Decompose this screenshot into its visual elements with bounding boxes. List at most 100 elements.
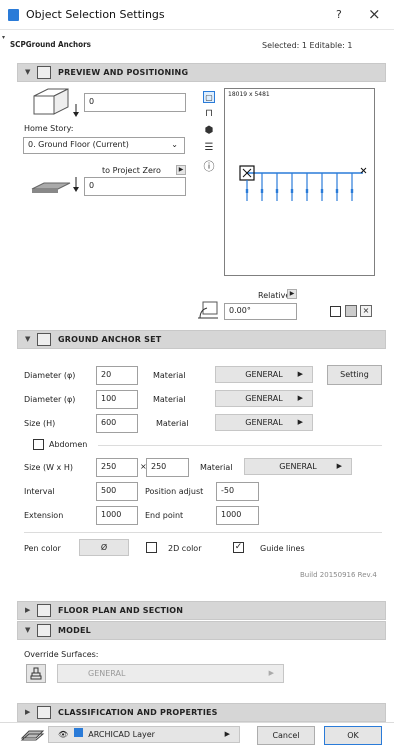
layer-value: ARCHICAD Layer (88, 730, 155, 739)
override-toggle[interactable] (26, 664, 46, 683)
section-classification[interactable]: ▶ CLASSIFICATION AND PROPERTIES (17, 703, 386, 722)
material-label: Material (153, 371, 186, 380)
section-title: CLASSIFICATION AND PROPERTIES (58, 708, 218, 717)
collapse-marker-icon: ▾ (2, 34, 6, 41)
mirror-checkbox[interactable] (330, 306, 341, 317)
view-list-button[interactable]: ☰ (203, 142, 215, 154)
section-title: MODEL (58, 626, 91, 635)
guide-lines-label: Guide lines (260, 544, 305, 553)
project-zero-toggle[interactable]: ▶ (176, 165, 186, 175)
home-story-label: Home Story: (24, 124, 74, 133)
section-preview-positioning[interactable]: ▼ PREVIEW AND POSITIONING (17, 63, 386, 82)
triangle-right-icon: ▶ (297, 418, 303, 426)
project-zero-icon (31, 177, 79, 193)
relative-label: Relative (258, 291, 291, 300)
view-section-button[interactable]: ⊓ (203, 108, 215, 120)
material-value: GENERAL (245, 394, 283, 403)
section-ground-anchor-set[interactable]: ▼ GROUND ANCHOR SET (17, 330, 386, 349)
elevation-box-icon (33, 88, 79, 117)
elevation-input[interactable]: 0 (84, 93, 186, 112)
extension-input[interactable]: 1000 (96, 506, 138, 525)
abdomen-checkbox[interactable] (33, 439, 44, 450)
floor-plan-section-icon (37, 604, 51, 617)
pen-color-label: Pen color (24, 544, 61, 553)
layer-app-icon (73, 728, 83, 737)
surface-value: GENERAL (88, 669, 126, 678)
size-h2-input[interactable]: 250 (146, 458, 189, 477)
layer-icon (20, 730, 45, 741)
material-picker[interactable]: GENERAL ▶ (215, 390, 313, 407)
view-3d-button[interactable]: ⬢ (203, 125, 215, 137)
diameter-label: Diameter (φ) (24, 395, 76, 404)
preview-section-icon (37, 66, 51, 79)
help-button[interactable]: ? (336, 8, 342, 21)
to-project-zero-label: to Project Zero (102, 166, 161, 175)
triangle-right-icon: ▶ (268, 669, 274, 677)
diameter-input[interactable]: 100 (96, 390, 138, 409)
ground-anchor-section-icon (37, 333, 51, 346)
home-story-value: 0. Ground Floor (Current) (28, 140, 129, 149)
abdomen-divider (98, 445, 382, 446)
brush-icon (30, 667, 42, 680)
size-w-input[interactable]: 250 (96, 458, 138, 477)
abdomen-label: Abdomen (49, 440, 88, 449)
window-title: Object Selection Settings (26, 8, 165, 21)
guide-lines-checkbox[interactable]: ✓ (233, 542, 244, 553)
section-model[interactable]: ▼ MODEL (17, 621, 386, 640)
cancel-button[interactable]: Cancel (257, 726, 315, 745)
home-story-select[interactable]: 0. Ground Floor (Current) ⌄ (23, 137, 185, 154)
rotation-icon (198, 301, 218, 319)
color2d-checkbox[interactable] (146, 542, 157, 553)
extension-label: Extension (24, 511, 64, 520)
diameter-label: Diameter (φ) (24, 371, 76, 380)
diameter-input[interactable]: 20 (96, 366, 138, 385)
relative-toggle[interactable]: ▶ (287, 289, 297, 299)
position-adjust-input[interactable]: -50 (216, 482, 259, 501)
end-point-input[interactable]: 1000 (216, 506, 259, 525)
chevron-right-icon: ▶ (25, 708, 31, 716)
layer-picker[interactable]: 👁 ARCHICAD Layer ▶ (48, 726, 240, 743)
eye-icon: 👁 (58, 730, 69, 739)
chevron-down-icon: ▼ (25, 335, 31, 343)
triangle-right-icon: ▶ (336, 462, 342, 470)
close-button[interactable]: × (368, 5, 381, 23)
chevron-down-icon: ▼ (25, 626, 31, 634)
footer-divider (0, 722, 394, 723)
section-title: GROUND ANCHOR SET (58, 335, 162, 344)
mirror-icon[interactable] (345, 305, 357, 317)
flip-icon[interactable]: × (360, 305, 372, 317)
material-label: Material (156, 419, 189, 428)
end-point-label: End point (145, 511, 184, 520)
size-h-label: Size (H) (24, 419, 56, 428)
project-zero-input[interactable]: 0 (84, 177, 186, 196)
chevron-down-icon: ▼ (25, 68, 31, 76)
chevron-right-icon: ▶ (25, 606, 31, 614)
section-title: PREVIEW AND POSITIONING (58, 68, 189, 77)
position-adjust-label: Position adjust (145, 487, 204, 496)
selection-info: Selected: 1 Editable: 1 (262, 41, 353, 50)
material-picker[interactable]: GENERAL ▶ (215, 366, 313, 383)
ok-button[interactable]: OK (324, 726, 382, 745)
divider (24, 532, 382, 533)
setting-button[interactable]: Setting (327, 365, 382, 385)
app-icon (8, 9, 19, 21)
info-icon[interactable]: ⓘ (203, 161, 215, 173)
section-floor-plan[interactable]: ▶ FLOOR PLAN AND SECTION (17, 601, 386, 620)
color2d-label: 2D color (168, 544, 202, 553)
rotation-input[interactable]: 0.00° (224, 303, 297, 320)
override-surfaces-label: Override Surfaces: (24, 650, 99, 659)
surface-picker[interactable]: GENERAL ▶ (57, 664, 284, 683)
material-label: Material (153, 395, 186, 404)
triangle-right-icon: ▶ (297, 370, 303, 378)
view-2d-button[interactable]: ▢ (203, 91, 215, 103)
size-h-input[interactable]: 600 (96, 414, 138, 433)
pen-color-picker[interactable]: Ø (79, 539, 129, 556)
interval-label: Interval (24, 487, 55, 496)
material-picker[interactable]: GENERAL ▶ (244, 458, 352, 475)
classification-section-icon (37, 706, 51, 719)
material-value: GENERAL (245, 370, 283, 379)
preview-panel: 18019 x 5481 (224, 88, 375, 276)
interval-input[interactable]: 500 (96, 482, 138, 501)
material-picker[interactable]: GENERAL ▶ (215, 414, 313, 431)
material-label: Material (200, 463, 233, 472)
